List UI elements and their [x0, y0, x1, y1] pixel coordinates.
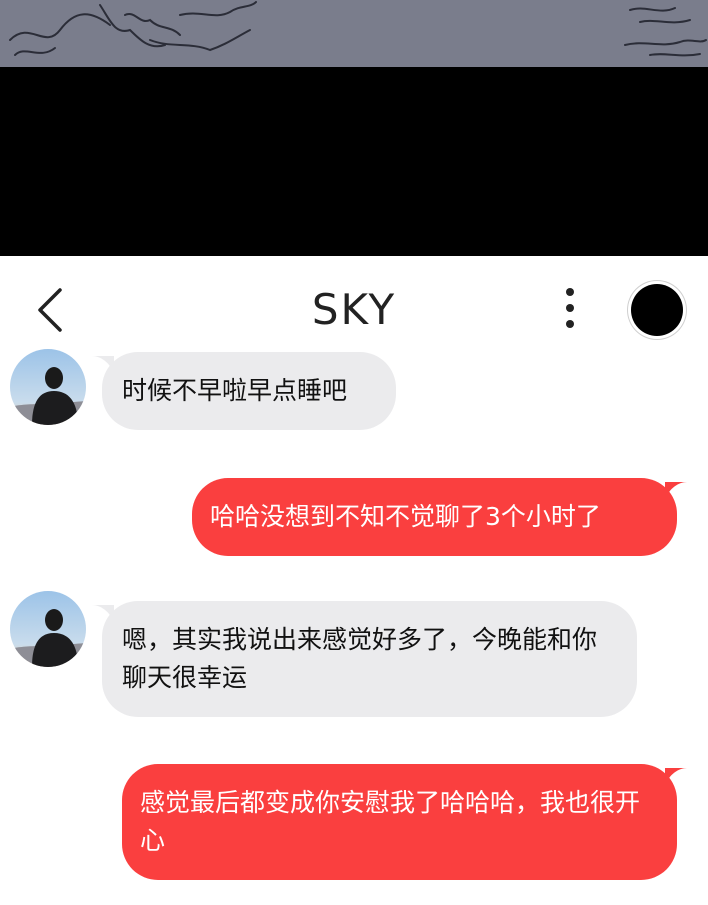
message-bubble-outgoing[interactable]: 感觉最后都变成你安慰我了哈哈哈，我也很开心: [122, 764, 687, 880]
message-text: 时候不早啦早点睡吧: [122, 376, 348, 405]
back-button[interactable]: [30, 284, 70, 336]
message-bubble-incoming[interactable]: 嗯，其实我说出来感觉好多了，今晚能和你聊天很幸运: [92, 601, 637, 717]
bubble-tail: [92, 356, 114, 374]
message-text: 哈哈没想到不知不觉聊了3个小时了: [210, 502, 601, 531]
avatar-photo: [10, 349, 86, 425]
message-bubble-outgoing[interactable]: 哈哈没想到不知不觉聊了3个小时了: [192, 478, 687, 556]
avatar[interactable]: [10, 591, 86, 667]
more-button[interactable]: [552, 284, 588, 336]
chevron-left-icon: [38, 288, 62, 332]
chat-screen: SKY 时候不早啦早点睡吧 哈哈没想到不知不觉聊了3个小时了 嗯，其实我说出来感…: [0, 256, 708, 905]
black-band: [0, 67, 708, 256]
profile-button[interactable]: [631, 284, 683, 336]
avatar[interactable]: [10, 349, 86, 425]
nav-bar: SKY: [0, 256, 708, 346]
more-vertical-icon: [566, 288, 574, 328]
message-text: 感觉最后都变成你安慰我了哈哈哈，我也很开心: [140, 788, 641, 855]
bubble-tail: [92, 605, 114, 623]
message-text: 嗯，其实我说出来感觉好多了，今晚能和你聊天很幸运: [122, 625, 598, 692]
chat-title: SKY: [311, 285, 397, 334]
message-bubble-incoming[interactable]: 时候不早啦早点睡吧: [92, 352, 396, 430]
bubble-tail: [665, 482, 687, 500]
bubble-tail: [665, 768, 687, 786]
sketch-lines: [9, 1, 707, 57]
background-illustration: [0, 0, 708, 67]
avatar-photo: [10, 591, 86, 667]
